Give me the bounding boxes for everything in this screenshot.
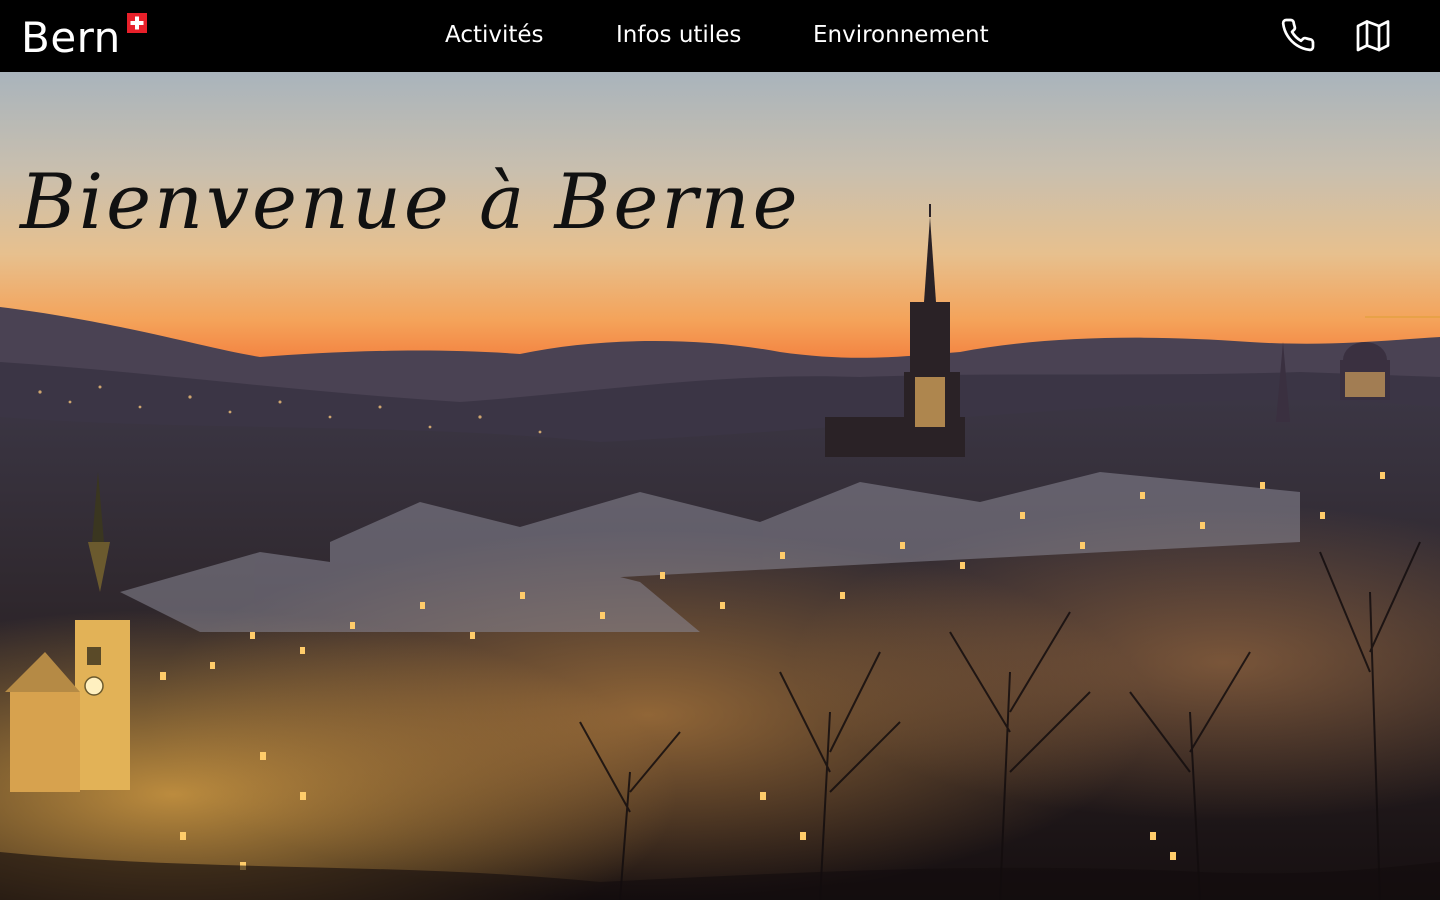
hero-title: Bienvenue à Berne — [20, 157, 801, 246]
map-button[interactable] — [1355, 17, 1391, 53]
phone-button[interactable] — [1280, 17, 1316, 53]
top-navigation-bar: Bern Activités Infos utiles Environnemen… — [0, 0, 1440, 72]
home-logo-link[interactable]: Bern — [21, 10, 147, 66]
nav-link-activites[interactable]: Activités — [445, 20, 544, 50]
swiss-flag-icon — [126, 13, 147, 33]
map-icon — [1356, 20, 1390, 52]
phone-icon — [1281, 18, 1315, 52]
logo-text: Bern — [21, 13, 121, 62]
main-menu: Activités Infos utiles Environnement — [0, 0, 1440, 72]
hero-section: Bienvenue à Berne — [0, 72, 1440, 900]
nav-link-environnement[interactable]: Environnement — [813, 20, 989, 50]
nav-link-infos-utiles[interactable]: Infos utiles — [616, 20, 741, 50]
